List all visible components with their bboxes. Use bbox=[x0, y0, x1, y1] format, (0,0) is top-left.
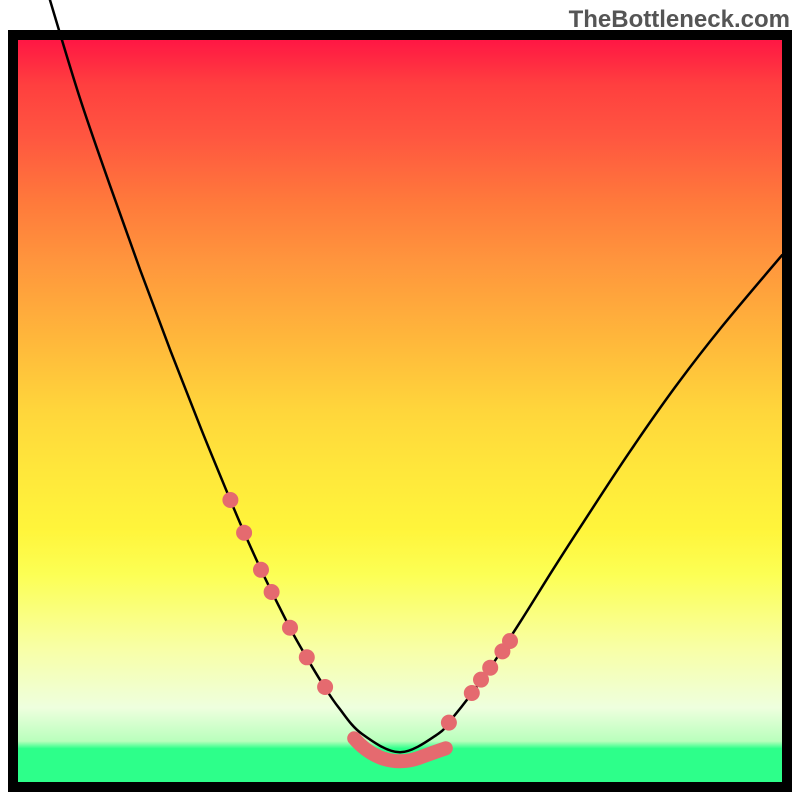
plot-frame bbox=[8, 30, 792, 792]
chart-stage: TheBottleneck.com bbox=[0, 0, 800, 800]
